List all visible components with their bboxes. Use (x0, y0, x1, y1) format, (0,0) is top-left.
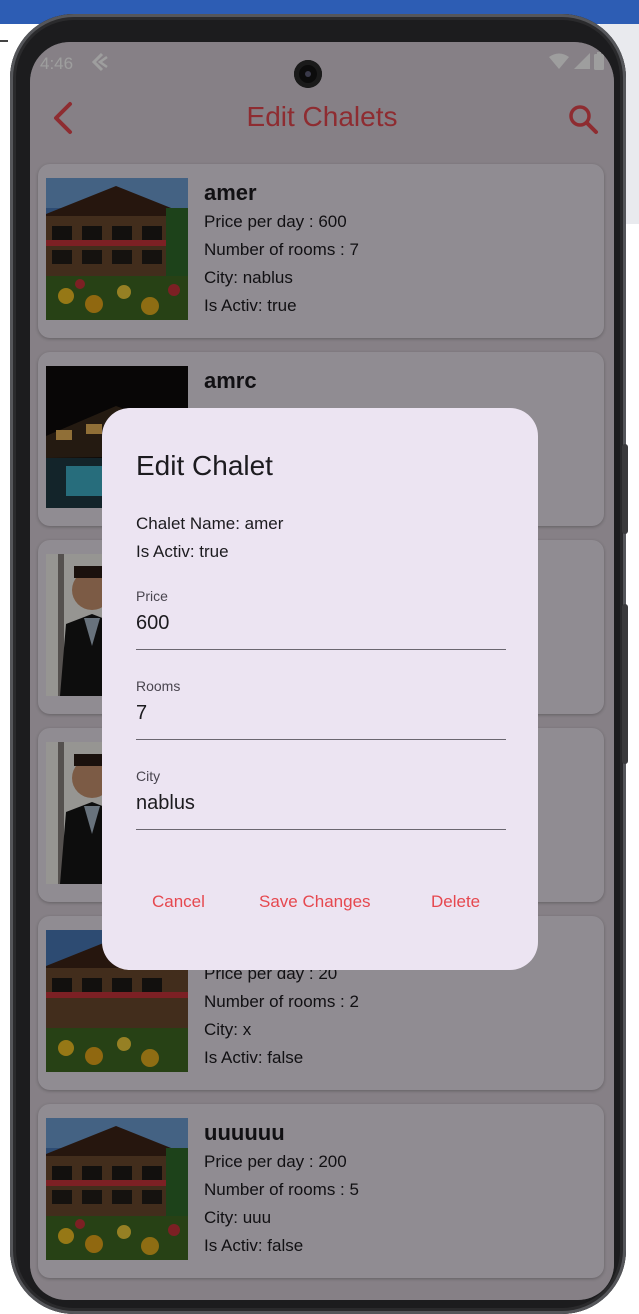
edit-chalet-dialog: Edit Chalet Chalet Name: amer Is Activ: … (102, 408, 538, 970)
rooms-field[interactable]: Rooms 7 (136, 678, 506, 740)
city-label: City (136, 768, 161, 784)
price-field[interactable]: Price 600 (136, 588, 506, 650)
dialog-chalet-name: Chalet Name: amer (136, 514, 284, 533)
delete-button[interactable]: Delete (431, 892, 480, 912)
dialog-is-active: Is Activ: true (136, 542, 229, 561)
phone-screen: 4:46 Edit Chalets amer Price per day: 6… (30, 42, 614, 1300)
divider (0, 40, 8, 42)
city-field[interactable]: City nablus (136, 768, 506, 830)
dialog-title: Edit Chalet (136, 450, 273, 481)
city-input[interactable]: nablus (136, 792, 506, 830)
rooms-input[interactable]: 7 (136, 702, 506, 740)
price-label: Price (136, 588, 168, 604)
rooms-label: Rooms (136, 678, 181, 694)
price-input[interactable]: 600 (136, 612, 506, 650)
power-button (622, 604, 628, 764)
volume-button (622, 444, 628, 534)
cancel-button[interactable]: Cancel (152, 892, 205, 912)
front-camera (294, 60, 322, 88)
save-changes-button[interactable]: Save Changes (259, 892, 371, 912)
